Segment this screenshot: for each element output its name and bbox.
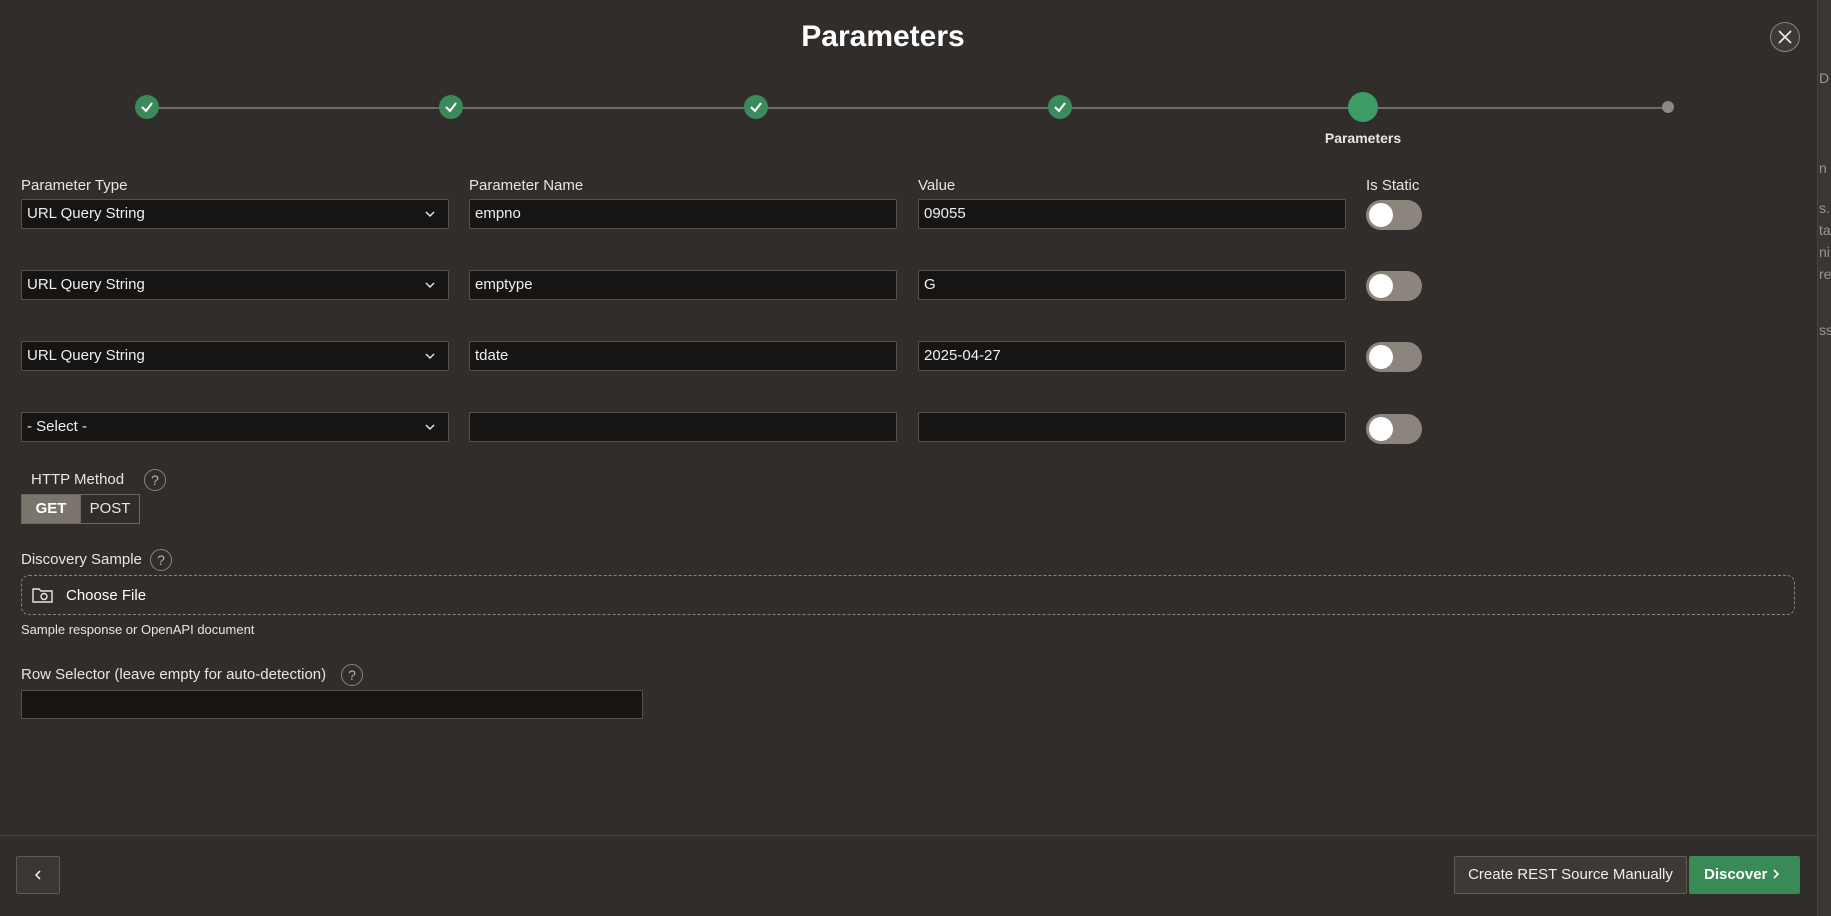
- discovery-sample-hint: Sample response or OpenAPI document: [21, 622, 255, 637]
- wizard-step-2: [439, 95, 463, 119]
- http-method-post-button[interactable]: POST: [80, 494, 140, 524]
- parameter-value-input-4[interactable]: [918, 412, 1346, 442]
- parameter-value-input-1[interactable]: 09055: [918, 199, 1346, 229]
- choose-file-button[interactable]: Choose File: [66, 587, 146, 604]
- discover-button-label: Discover: [1704, 866, 1768, 883]
- chevron-left-icon: [34, 870, 41, 880]
- footer-divider: [0, 835, 1818, 836]
- wizard-progress-track: [147, 107, 1668, 109]
- background-page-edge: D n s. ta ni re ss: [1818, 0, 1831, 916]
- chevron-down-icon: [425, 282, 435, 289]
- check-icon: [1054, 102, 1066, 113]
- wizard-step-1: [135, 95, 159, 119]
- discovery-sample-label: Discovery Sample: [21, 551, 142, 568]
- parameter-name-input-3[interactable]: tdate: [469, 341, 897, 371]
- is-static-toggle-2[interactable]: [1366, 271, 1422, 301]
- is-static-toggle-4[interactable]: [1366, 414, 1422, 444]
- chevron-right-icon: [1773, 869, 1780, 879]
- parameter-type-value: URL Query String: [27, 205, 145, 222]
- header-parameter-name: Parameter Name: [469, 177, 584, 194]
- check-icon: [445, 102, 457, 113]
- toggle-knob: [1369, 274, 1393, 298]
- file-dropzone[interactable]: Choose File: [21, 575, 1795, 615]
- parameter-type-select-3[interactable]: URL Query String: [21, 341, 449, 371]
- is-static-toggle-1[interactable]: [1366, 200, 1422, 230]
- parameter-type-value: URL Query String: [27, 347, 145, 364]
- create-rest-source-manually-button[interactable]: Create REST Source Manually: [1454, 856, 1687, 894]
- parameter-name-input-2[interactable]: emptype: [469, 270, 897, 300]
- header-is-static: Is Static: [1366, 177, 1420, 194]
- header-value: Value: [918, 177, 956, 194]
- row-selector-label: Row Selector (leave empty for auto-detec…: [21, 666, 327, 683]
- parameter-value-input-2[interactable]: G: [918, 270, 1346, 300]
- parameter-type-select-2[interactable]: URL Query String: [21, 270, 449, 300]
- parameter-type-select-4[interactable]: - Select -: [21, 412, 449, 442]
- close-icon: [1778, 30, 1792, 44]
- header-parameter-type: Parameter Type: [21, 177, 128, 194]
- toggle-knob: [1369, 203, 1393, 227]
- chevron-down-icon: [425, 424, 435, 431]
- folder-camera-icon: [32, 588, 53, 603]
- parameter-type-select-1[interactable]: URL Query String: [21, 199, 449, 229]
- parameter-type-value: - Select -: [27, 418, 88, 435]
- parameter-name-input-1[interactable]: empno: [469, 199, 897, 229]
- parameter-value-input-3[interactable]: 2025-04-27: [918, 341, 1346, 371]
- check-icon: [750, 102, 762, 113]
- discovery-sample-help-icon[interactable]: ?: [150, 549, 172, 571]
- close-button[interactable]: [1770, 22, 1800, 52]
- wizard-current-step-label: Parameters: [1324, 130, 1402, 146]
- row-selector-input[interactable]: [21, 690, 643, 719]
- wizard-step-future: [1662, 101, 1674, 113]
- parameters-dialog: Parameters Parameters Parameter Type Par…: [0, 0, 1818, 916]
- toggle-knob: [1369, 417, 1393, 441]
- parameter-type-value: URL Query String: [27, 276, 145, 293]
- wizard-step-current: [1348, 92, 1378, 122]
- dialog-title: Parameters: [801, 20, 965, 53]
- check-icon: [141, 102, 153, 113]
- chevron-down-icon: [425, 353, 435, 360]
- previous-step-button[interactable]: [16, 856, 60, 894]
- parameter-name-input-4[interactable]: [469, 412, 897, 442]
- toggle-knob: [1369, 345, 1393, 369]
- http-method-label: HTTP Method: [31, 471, 125, 488]
- http-method-help-icon[interactable]: ?: [144, 469, 166, 491]
- wizard-step-3: [744, 95, 768, 119]
- is-static-toggle-3[interactable]: [1366, 342, 1422, 372]
- wizard-step-4: [1048, 95, 1072, 119]
- chevron-down-icon: [425, 211, 435, 218]
- discover-button[interactable]: Discover: [1689, 856, 1800, 894]
- http-method-get-button[interactable]: GET: [21, 494, 81, 524]
- row-selector-help-icon[interactable]: ?: [341, 664, 363, 686]
